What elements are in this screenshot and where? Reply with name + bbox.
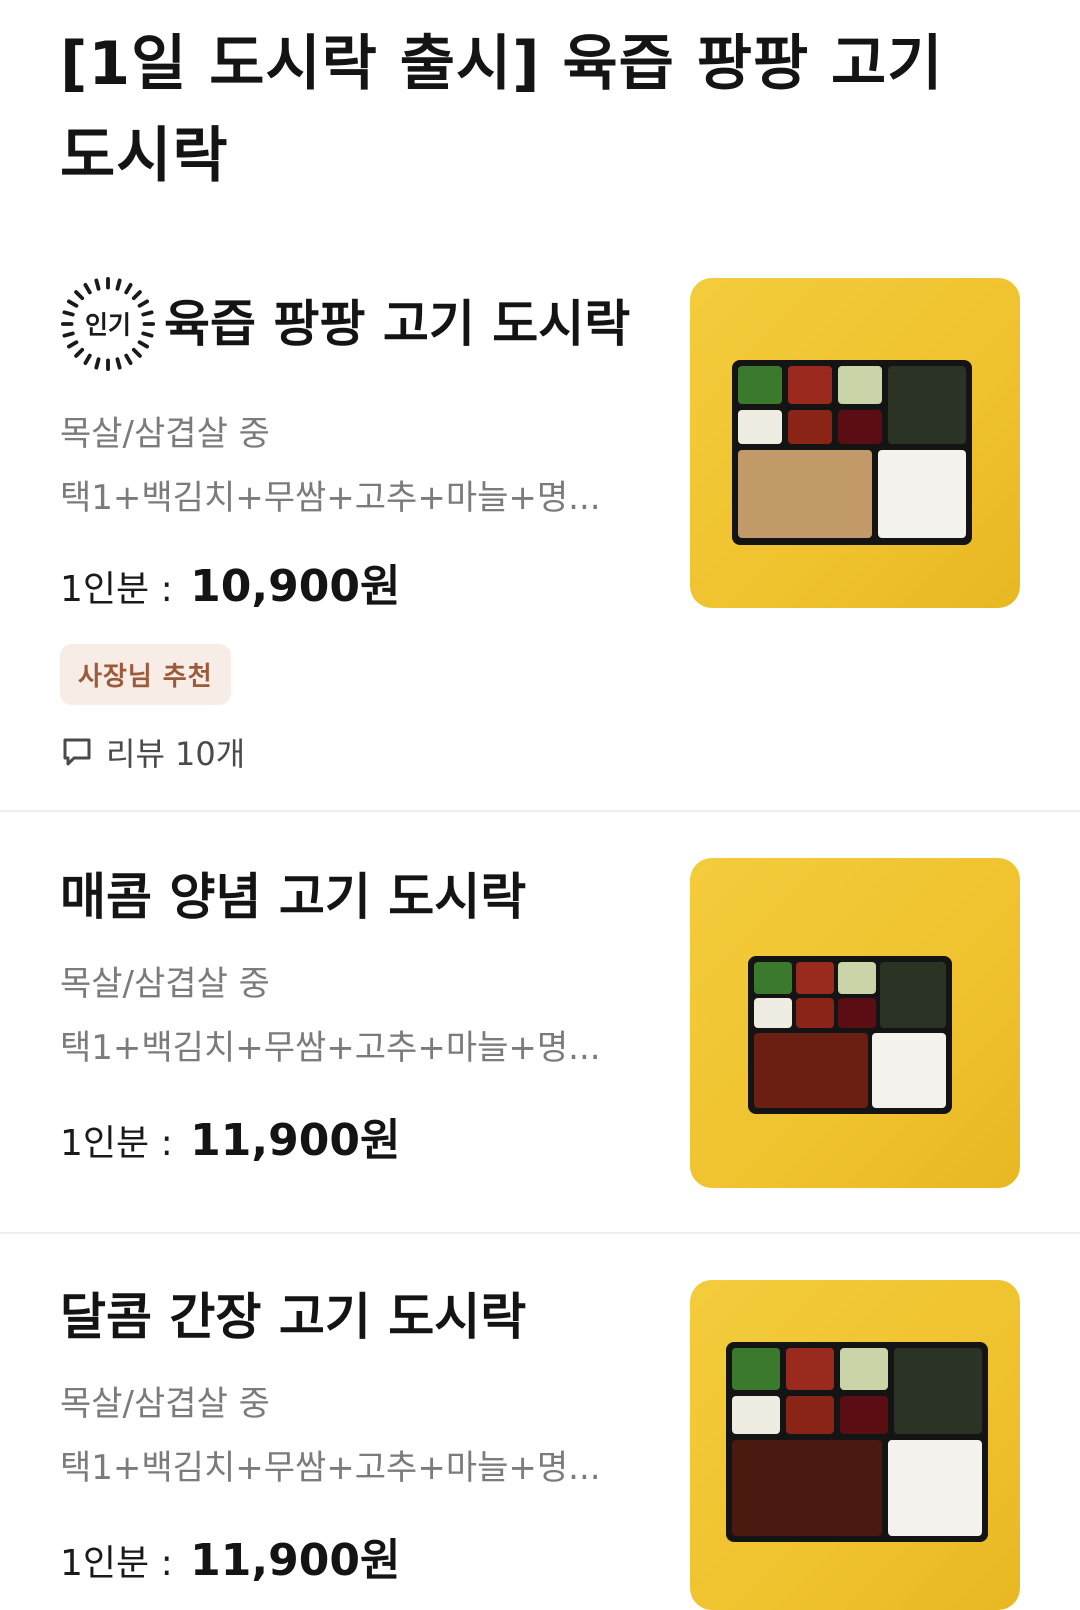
price-value: 10,900원 [190, 561, 401, 612]
item-description: 목살/삼겹살 중 택1+백김치+무쌈+고추+마늘+명... [60, 952, 640, 1080]
description-line-1: 목살/삼겹살 중 [60, 964, 270, 1004]
badge-ray [124, 353, 133, 365]
item-name: 인기 육즙 팡팡 고기 도시락 [60, 276, 640, 372]
badge-ray [83, 283, 92, 295]
badge-ray [62, 331, 75, 338]
description-line-2: 택1+백김치+무쌈+고추+마늘+명... [60, 478, 601, 518]
menu-item[interactable]: 인기 육즙 팡팡 고기 도시락 목살/삼겹살 중 택1+백김치+무쌈+고추+마늘… [0, 262, 1080, 802]
item-name: 달콤 간장 고기 도시락 [60, 1288, 527, 1346]
description-line-2: 택1+백김치+무쌈+고추+마늘+명... [60, 1028, 601, 1068]
description-line-2: 택1+백김치+무쌈+고추+마늘+명... [60, 1448, 601, 1488]
review-link[interactable]: 리뷰 10개 [60, 729, 640, 775]
price-label: 1인분 : [60, 569, 173, 610]
price-row: 1인분 : 10,900원 [60, 550, 640, 614]
badge-ray [115, 278, 122, 291]
badge-ray [94, 278, 101, 291]
divider [0, 810, 1080, 812]
popular-badge-icon: 인기 [60, 276, 156, 372]
badge-ray [74, 347, 85, 358]
item-thumbnail[interactable] [690, 278, 1020, 608]
badge-ray [62, 310, 75, 317]
item-name-label: 육즙 팡팡 고기 도시락 [164, 295, 631, 353]
divider [0, 1232, 1080, 1234]
description-line-1: 목살/삼겹살 중 [60, 1384, 270, 1424]
price-row: 1인분 : 11,900원 [60, 1104, 640, 1168]
owner-recommend-badge: 사장님 추천 [60, 644, 231, 705]
item-name: 매콤 양념 고기 도시락 [60, 868, 527, 926]
popular-badge-label: 인기 [85, 311, 131, 340]
item-description: 목살/삼겹살 중 택1+백김치+무쌈+고추+마늘+명... [60, 1372, 640, 1500]
badge-ray [74, 290, 85, 301]
price-value: 11,900원 [190, 1535, 401, 1586]
badge-ray [67, 340, 79, 349]
lunchbox-image [726, 1342, 988, 1542]
item-description: 목살/삼겹살 중 택1+백김치+무쌈+고추+마늘+명... [60, 402, 640, 530]
section-title: [1일 도시락 출시] 육즙 팡팡 고기 도시락 [60, 29, 944, 191]
badge-ray [124, 283, 133, 295]
badge-ray [141, 310, 154, 317]
speech-bubble-icon [63, 738, 91, 766]
item-thumbnail[interactable] [690, 858, 1020, 1188]
description-line-1: 목살/삼겹살 중 [60, 414, 270, 454]
badge-ray [137, 299, 149, 308]
lunchbox-image [748, 956, 952, 1114]
badge-ray [137, 340, 149, 349]
badge-ray [131, 290, 142, 301]
menu-item[interactable]: 매콤 양념 고기 도시락 목살/삼겹살 중 택1+백김치+무쌈+고추+마늘+명.… [0, 822, 1080, 1222]
price-label: 1인분 : [60, 1543, 173, 1584]
menu-item[interactable]: 달콤 간장 고기 도시락 목살/삼겹살 중 택1+백김치+무쌈+고추+마늘+명.… [0, 1244, 1080, 1610]
price-value: 11,900원 [190, 1115, 401, 1166]
badge-ray [115, 357, 122, 370]
item-thumbnail[interactable] [690, 1280, 1020, 1610]
price-label: 1인분 : [60, 1123, 173, 1164]
badge-ray [67, 299, 79, 308]
price-row: 1인분 : 11,900원 [60, 1524, 640, 1588]
badge-ray [131, 347, 142, 358]
badge-ray [94, 357, 101, 370]
lunchbox-image [732, 360, 972, 545]
review-count: 리뷰 10개 [106, 735, 246, 773]
badge-ray [83, 353, 92, 365]
badge-ray [141, 331, 154, 338]
